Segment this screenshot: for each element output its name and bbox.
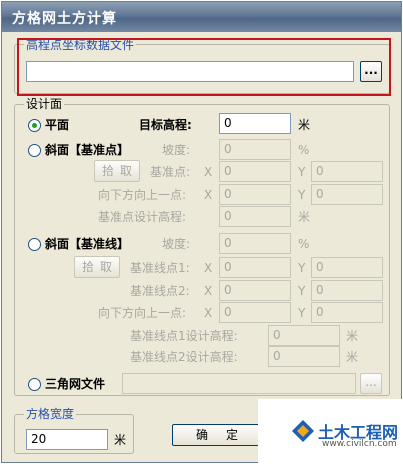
line-point1-design-unit: 米 — [346, 329, 359, 343]
line-point1-design-label: 基准线点1设计高程: — [130, 329, 238, 343]
base-point-x-input[interactable]: 0 — [219, 161, 291, 182]
slope-line-label: 斜面【基准线】 — [45, 237, 130, 251]
line-point2-x-label: X — [204, 284, 213, 298]
slope-line-down-x-label: X — [204, 306, 213, 320]
slope-line-radio[interactable] — [28, 238, 41, 251]
slope-point-down-label: 向下方向上一点: — [98, 188, 187, 202]
slope-line-down-x-input[interactable]: 0 — [219, 302, 291, 323]
slope-point-label: 斜面【基准点】 — [45, 143, 130, 157]
base-point-design-label: 基准点设计高程: — [98, 210, 187, 224]
line-point2-x-input[interactable]: 0 — [219, 280, 291, 301]
slope-point-down-y-input[interactable]: 0 — [311, 184, 383, 205]
base-point-y-label: Y — [298, 165, 306, 179]
tin-file-browse-button[interactable]: ... — [360, 373, 382, 394]
slope-point-radio[interactable] — [28, 144, 41, 157]
civilcn-logo-icon — [292, 420, 314, 442]
grid-width-group-label: 方格宽度 — [24, 407, 77, 421]
base-point-x-label: X — [204, 165, 213, 179]
target-elevation-label: 目标高程: — [139, 118, 192, 132]
slope-point-down-y-label: Y — [298, 188, 306, 202]
tin-file-input[interactable] — [122, 373, 356, 394]
base-point-design-unit: 米 — [298, 210, 311, 224]
line-point1-x-input[interactable]: 0 — [219, 257, 291, 278]
window-title: 方格网土方计算 — [12, 11, 117, 27]
design-surface-group-label: 设计面 — [24, 97, 65, 111]
title-bar[interactable]: 方格网土方计算 — [2, 2, 401, 32]
slope-line-down-label: 向下方向上一点: — [98, 306, 187, 320]
tin-file-label: 三角网文件 — [45, 377, 106, 391]
plane-label: 平面 — [45, 118, 70, 132]
slope-line-slope-label: 坡度: — [162, 237, 191, 251]
slope-line-pick-button[interactable]: 拾取 — [74, 256, 120, 278]
slope-point-slope-input[interactable]: 0 — [219, 139, 291, 160]
line-point1-design-input[interactable]: 0 — [268, 325, 340, 346]
line-point2-design-unit: 米 — [346, 350, 359, 364]
line-point2-y-input[interactable]: 0 — [311, 280, 383, 301]
slope-line-slope-unit: % — [298, 237, 310, 251]
slope-line-down-y-input[interactable]: 0 — [311, 302, 383, 323]
watermark-url: www.civilcn.com — [322, 439, 397, 449]
line-point1-y-label: Y — [298, 261, 306, 275]
line-point1-x-label: X — [204, 261, 213, 275]
line-point2-design-label: 基准线点2设计高程: — [130, 350, 238, 364]
base-point-y-input[interactable]: 0 — [311, 161, 383, 182]
plane-radio[interactable] — [28, 119, 41, 132]
slope-point-down-x-label: X — [204, 188, 213, 202]
tin-file-radio[interactable] — [28, 378, 41, 391]
slope-point-slope-unit: % — [298, 143, 310, 157]
slope-line-down-y-label: Y — [298, 306, 306, 320]
ok-button[interactable]: 确定 — [172, 424, 262, 446]
highlight-box — [17, 38, 391, 96]
slope-point-slope-label: 坡度: — [162, 143, 191, 157]
line-point1-y-input[interactable]: 0 — [311, 257, 383, 278]
line-point2-y-label: Y — [298, 284, 306, 298]
target-elevation-input[interactable]: 0 — [219, 113, 291, 134]
slope-line-slope-input[interactable]: 0 — [219, 233, 291, 254]
slope-point-pick-button[interactable]: 拾取 — [94, 160, 140, 182]
line-point2-design-input[interactable]: 0 — [268, 346, 340, 367]
slope-point-down-x-input[interactable]: 0 — [219, 184, 291, 205]
dialog-window: 方格网土方计算 高程点坐标数据文件 ... 设计面 平面 目标高程: 0 米 斜… — [1, 1, 402, 463]
grid-width-input[interactable]: 20 — [26, 429, 108, 450]
target-elevation-unit: 米 — [298, 118, 311, 132]
base-point-design-input[interactable]: 0 — [219, 206, 291, 227]
line-point1-label: 基准线点1: — [130, 261, 190, 275]
line-point2-label: 基准线点2: — [130, 284, 190, 298]
base-point-label: 基准点: — [150, 165, 191, 179]
grid-width-unit: 米 — [114, 433, 127, 447]
